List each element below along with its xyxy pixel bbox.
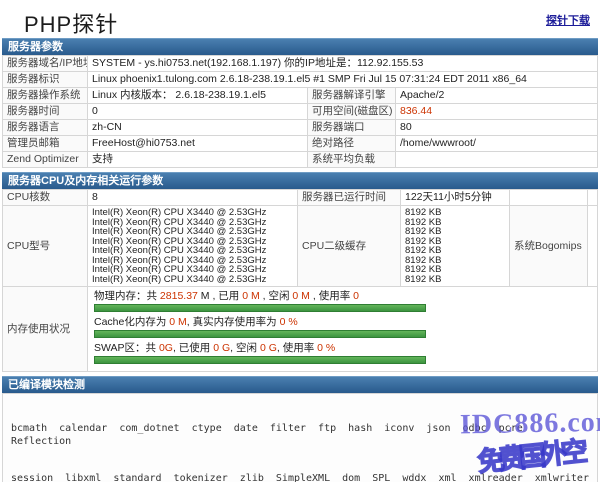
field-label: 服务器解译引擎 [308, 88, 396, 104]
field-label: 服务器操作系统 [3, 88, 88, 104]
swap-progress-bar [94, 356, 426, 364]
field-label: 管理员邮箱 [3, 136, 88, 152]
table-row: 服务器时间 0 可用空间(磁盘区) 836.44 [3, 104, 598, 120]
physical-memory-line: 物理内存：共 2815.37 M , 已用 0 M , 空闲 0 M , 使用率… [94, 290, 591, 302]
field-value: SYSTEM - ys.hi0753.net(192.168.1.197) 你的… [88, 56, 598, 72]
field-label: CPU核数 [3, 190, 88, 206]
uptime-value: 122天11小时5分钟 [401, 190, 510, 206]
field-label: 服务器端口 [308, 120, 396, 136]
modules-line: session libxml standard tokenizer zlib S… [11, 473, 589, 482]
field-value: 80 [396, 120, 598, 136]
memory-usage-cell: 物理内存：共 2815.37 M , 已用 0 M , 空闲 0 M , 使用率… [88, 287, 598, 372]
field-label: CPU二级缓存 [298, 206, 401, 287]
field-label: 服务器已运行时间 [298, 190, 401, 206]
table-row: CPU核数 8 服务器已运行时间 122天11小时5分钟 [3, 190, 598, 206]
table-row: CPU型号 Intel(R) Xeon(R) CPU X3440 @ 2.53G… [3, 206, 598, 287]
field-label: 服务器语言 [3, 120, 88, 136]
section-header-cpu-memory: 服务器CPU及内存相关运行参数 [2, 172, 598, 189]
cache-memory-line: Cache化内存为 0 M, 真实内存使用率为 0 % [94, 316, 591, 328]
server-params-table: 服务器域名/IP地址 SYSTEM - ys.hi0753.net(192.16… [2, 55, 598, 168]
field-label: 服务器标识 [3, 72, 88, 88]
field-value: Linux phoenix1.tulong.com 2.6.18-238.19.… [88, 72, 598, 88]
physical-memory-progress-bar [94, 304, 426, 312]
l2-cache-line: 8192 KB [405, 275, 505, 285]
field-value: Linux 内核版本： 2.6.18-238.19.1.el5 [88, 88, 308, 104]
empty-cell [588, 206, 598, 287]
swap-line: SWAP区：共 0G, 已使用 0 G, 空闲 0 G, 使用率 0 % [94, 342, 591, 354]
field-label: CPU型号 [3, 206, 88, 287]
empty-cell [510, 190, 588, 206]
field-value: zh-CN [88, 120, 308, 136]
table-row: 服务器域名/IP地址 SYSTEM - ys.hi0753.net(192.16… [3, 56, 598, 72]
section-header-server-params: 服务器参数 [2, 38, 598, 55]
field-label: 绝对路径 [308, 136, 396, 152]
table-row: 内存使用状况 物理内存：共 2815.37 M , 已用 0 M , 空闲 0 … [3, 287, 598, 372]
field-value: Apache/2 [396, 88, 598, 104]
field-label: 内存使用状况 [3, 287, 88, 372]
field-label: 系统Bogomips [510, 206, 588, 287]
empty-cell [588, 190, 598, 206]
top-bar: PHP探针 探针下载 [0, 0, 600, 34]
cpu-model-list: Intel(R) Xeon(R) CPU X3440 @ 2.53GHz Int… [88, 206, 298, 287]
field-label: 可用空间(磁盘区) [308, 104, 396, 120]
modules-line: bcmath calendar com_dotnet ctype date fi… [11, 423, 589, 448]
field-value: 支持 [88, 152, 308, 168]
field-label: 系统平均负载 [308, 152, 396, 168]
cache-memory-progress-bar [94, 330, 426, 338]
field-value [396, 152, 598, 168]
table-row: 服务器语言 zh-CN 服务器端口 80 [3, 120, 598, 136]
disk-free-value: 836.44 [396, 104, 598, 120]
field-label: 服务器时间 [3, 104, 88, 120]
table-row: 服务器标识 Linux phoenix1.tulong.com 2.6.18-2… [3, 72, 598, 88]
admin-email-value: FreeHost@hi0753.net [88, 136, 308, 152]
table-row: 管理员邮箱 FreeHost@hi0753.net 绝对路径 /home/www… [3, 136, 598, 152]
field-label: Zend Optimizer [3, 152, 88, 168]
probe-download-link[interactable]: 探针下载 [546, 12, 590, 28]
cpu-model-line: Intel(R) Xeon(R) CPU X3440 @ 2.53GHz [92, 275, 293, 285]
page-title: PHP探针 [0, 0, 600, 39]
cpu-memory-table: CPU核数 8 服务器已运行时间 122天11小时5分钟 CPU型号 Intel… [2, 189, 598, 372]
field-value: 0 [88, 104, 308, 120]
field-value: 8 [88, 190, 298, 206]
modules-list: bcmath calendar com_dotnet ctype date fi… [2, 393, 598, 482]
table-row: Zend Optimizer 支持 系统平均负载 [3, 152, 598, 168]
section-header-modules: 已编译模块检测 [2, 376, 598, 393]
field-label: 服务器域名/IP地址 [3, 56, 88, 72]
cpu-l2-cache-list: 8192 KB 8192 KB 8192 KB 8192 KB 8192 KB … [401, 206, 510, 287]
table-row: 服务器操作系统 Linux 内核版本： 2.6.18-238.19.1.el5 … [3, 88, 598, 104]
field-value: /home/wwwroot/ [396, 136, 598, 152]
